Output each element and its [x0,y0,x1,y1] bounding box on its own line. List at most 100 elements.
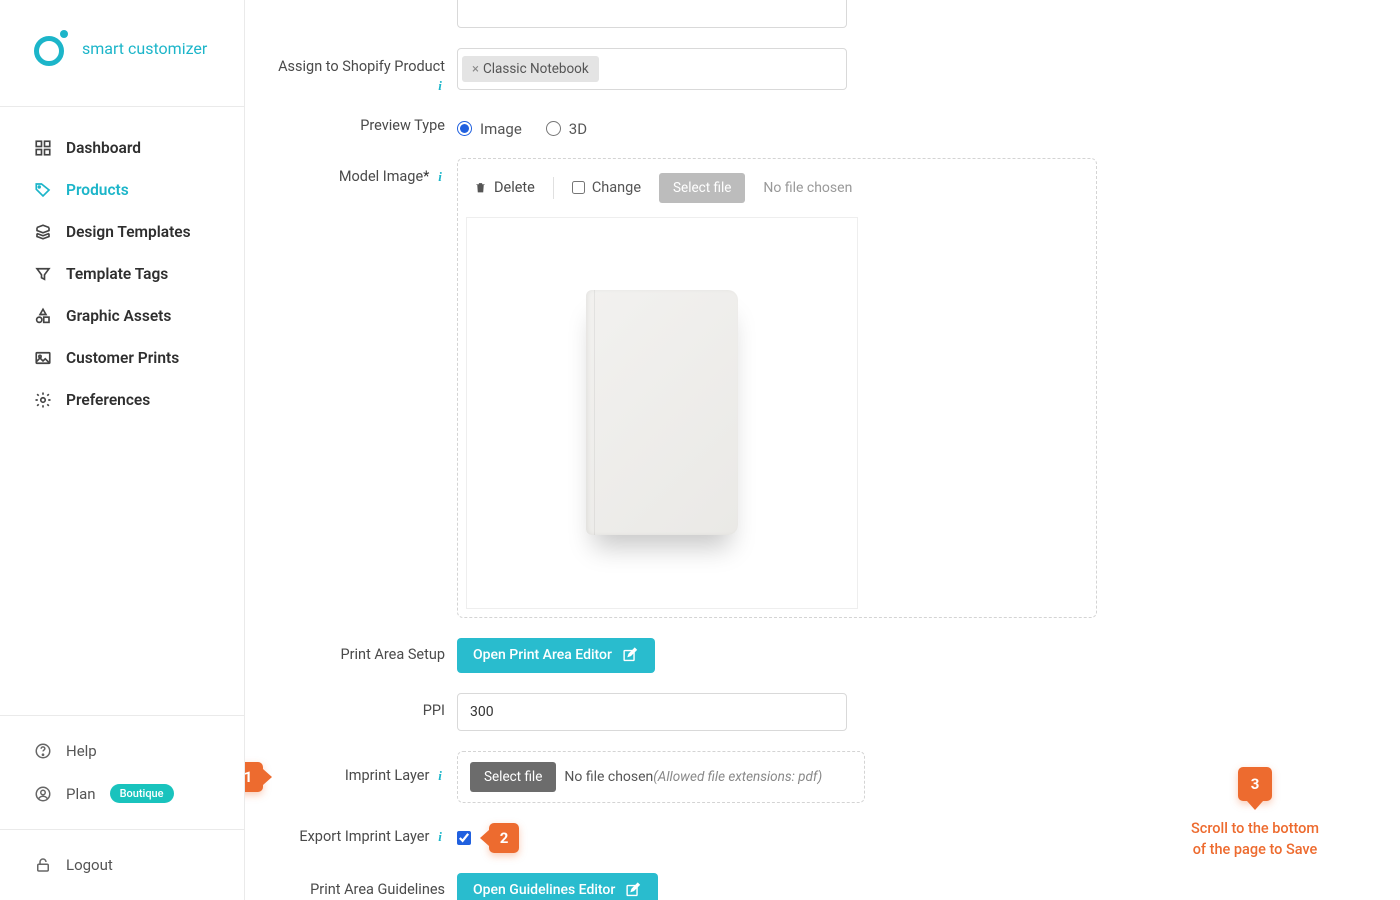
radio-3d-input[interactable] [546,121,561,136]
radio-3d[interactable]: 3D [546,120,587,138]
logo-icon [34,30,70,66]
edit-icon [622,647,639,664]
sidebar-logout-area: Logout [0,829,244,900]
info-icon[interactable]: i [435,768,445,785]
product-tag: × Classic Notebook [462,56,599,82]
open-print-area-label: Open Print Area Editor [473,647,612,663]
row-imprint-layer: 1 Imprint Layer i Select file No file ch… [275,751,1315,803]
sidebar-item-label: Dashboard [66,139,141,157]
image-icon [34,349,52,367]
radio-image[interactable]: Image [457,120,522,138]
sidebar-item-label: Plan [66,785,96,803]
radio-image-label: Image [480,120,522,138]
info-icon[interactable]: i [435,169,445,186]
main-content: Assign to Shopify Product i × Classic Not… [245,0,1400,900]
dashboard-icon [34,139,52,157]
delete-button[interactable]: Delete [474,179,535,196]
save-text-line2: of the page to Save [1193,841,1318,858]
sidebar-item-label: Graphic Assets [66,307,171,325]
open-guidelines-label: Open Guidelines Editor [473,882,615,898]
callout-1: 1 [245,762,263,792]
sidebar-item-customer-prints[interactable]: Customer Prints [0,337,244,379]
radio-3d-label: 3D [569,120,587,138]
sidebar: smart customizer Dashboard Products Desi… [0,0,245,900]
sidebar-item-graphic-assets[interactable]: Graphic Assets [0,295,244,337]
print-area-label: Print Area Setup [275,646,445,665]
imprint-no-file: No file chosen [564,769,653,785]
brand-name: smart customizer [82,39,207,58]
filter-icon [34,265,52,283]
model-image-label-text: Model Image [339,168,423,185]
sidebar-nav: Dashboard Products Design Templates Temp… [0,106,244,715]
imprint-file-row: Select file No file chosen (Allowed file… [457,751,865,803]
blank-input[interactable] [457,0,847,28]
sidebar-item-dashboard[interactable]: Dashboard [0,127,244,169]
row-export-imprint: Export Imprint Layer i 2 [275,823,1315,853]
sidebar-item-design-templates[interactable]: Design Templates [0,211,244,253]
sidebar-item-logout[interactable]: Logout [0,844,244,886]
product-tag-label: Classic Notebook [483,61,589,77]
lock-icon [34,856,52,874]
guidelines-label: Print Area Guidelines [275,881,445,900]
divider [553,177,554,199]
info-icon[interactable]: i [435,829,445,846]
sidebar-item-products[interactable]: Products [0,169,244,211]
row-guidelines: Print Area Guidelines Open Guidelines Ed… [275,873,1315,900]
templates-icon [34,223,52,241]
shapes-icon [34,307,52,325]
sidebar-item-preferences[interactable]: Preferences [0,379,244,421]
image-toolbar: Delete Change Select file No file chosen [466,167,1088,217]
info-icon[interactable]: i [435,78,445,95]
export-imprint-label: Export Imprint Layer i [275,828,445,847]
plan-badge: Boutique [110,784,174,803]
callout-2: 2 [489,823,519,853]
tag-icon [34,181,52,199]
sidebar-item-label: Products [66,181,129,199]
export-imprint-label-text: Export Imprint Layer [299,828,429,845]
export-imprint-checkbox[interactable] [457,831,471,845]
sidebar-item-label: Logout [66,856,113,874]
sidebar-item-plan[interactable]: Plan Boutique [0,772,244,815]
imprint-select-file-button[interactable]: Select file [470,762,556,792]
imprint-label: Imprint Layer i [275,767,445,786]
preview-type-label: Preview Type [275,117,445,136]
assign-label: Assign to Shopify Product i [275,48,445,96]
sidebar-item-help[interactable]: Help [0,730,244,772]
remove-tag-icon[interactable]: × [472,63,479,76]
assign-product-input[interactable]: × Classic Notebook [457,48,847,90]
save-callout: 3 Scroll to the bottom of the page to Sa… [1170,767,1340,860]
help-icon [34,742,52,760]
change-label: Change [592,179,641,196]
row-preview-type: Preview Type Image 3D [275,116,1315,138]
delete-label: Delete [494,179,535,196]
edit-icon [625,882,642,899]
assign-label-text: Assign to Shopify Product [278,58,445,75]
ppi-input[interactable] [457,693,847,731]
preview-type-radio: Image 3D [457,116,1097,138]
select-file-button[interactable]: Select file [659,173,745,203]
sidebar-item-label: Help [66,742,97,760]
row-print-area: Print Area Setup Open Print Area Editor [275,638,1315,673]
sidebar-item-label: Preferences [66,391,150,409]
row-assign-product: Assign to Shopify Product i × Classic Not… [275,48,1315,96]
change-checkbox[interactable] [572,181,585,194]
imprint-hint: (Allowed file extensions: pdf) [653,769,852,785]
imprint-label-text: Imprint Layer [345,767,430,784]
model-image-label: Model Image* i [275,158,445,187]
change-button[interactable]: Change [572,179,641,196]
user-icon [34,785,52,803]
notebook-mockup [586,290,738,535]
row-model-image: Model Image* i Delete Change Select file… [275,158,1315,618]
trash-icon [474,180,487,195]
brand-logo[interactable]: smart customizer [0,0,244,106]
callout-3: 3 [1238,767,1272,801]
sidebar-item-label: Customer Prints [66,349,179,367]
model-image-preview [466,217,858,609]
open-print-area-button[interactable]: Open Print Area Editor [457,638,655,673]
sidebar-item-label: Design Templates [66,223,191,241]
sidebar-footer: Help Plan Boutique [0,715,244,829]
sidebar-item-template-tags[interactable]: Template Tags [0,253,244,295]
open-guidelines-button[interactable]: Open Guidelines Editor [457,873,658,900]
row-ppi: PPI [275,693,1315,731]
radio-image-input[interactable] [457,121,472,136]
